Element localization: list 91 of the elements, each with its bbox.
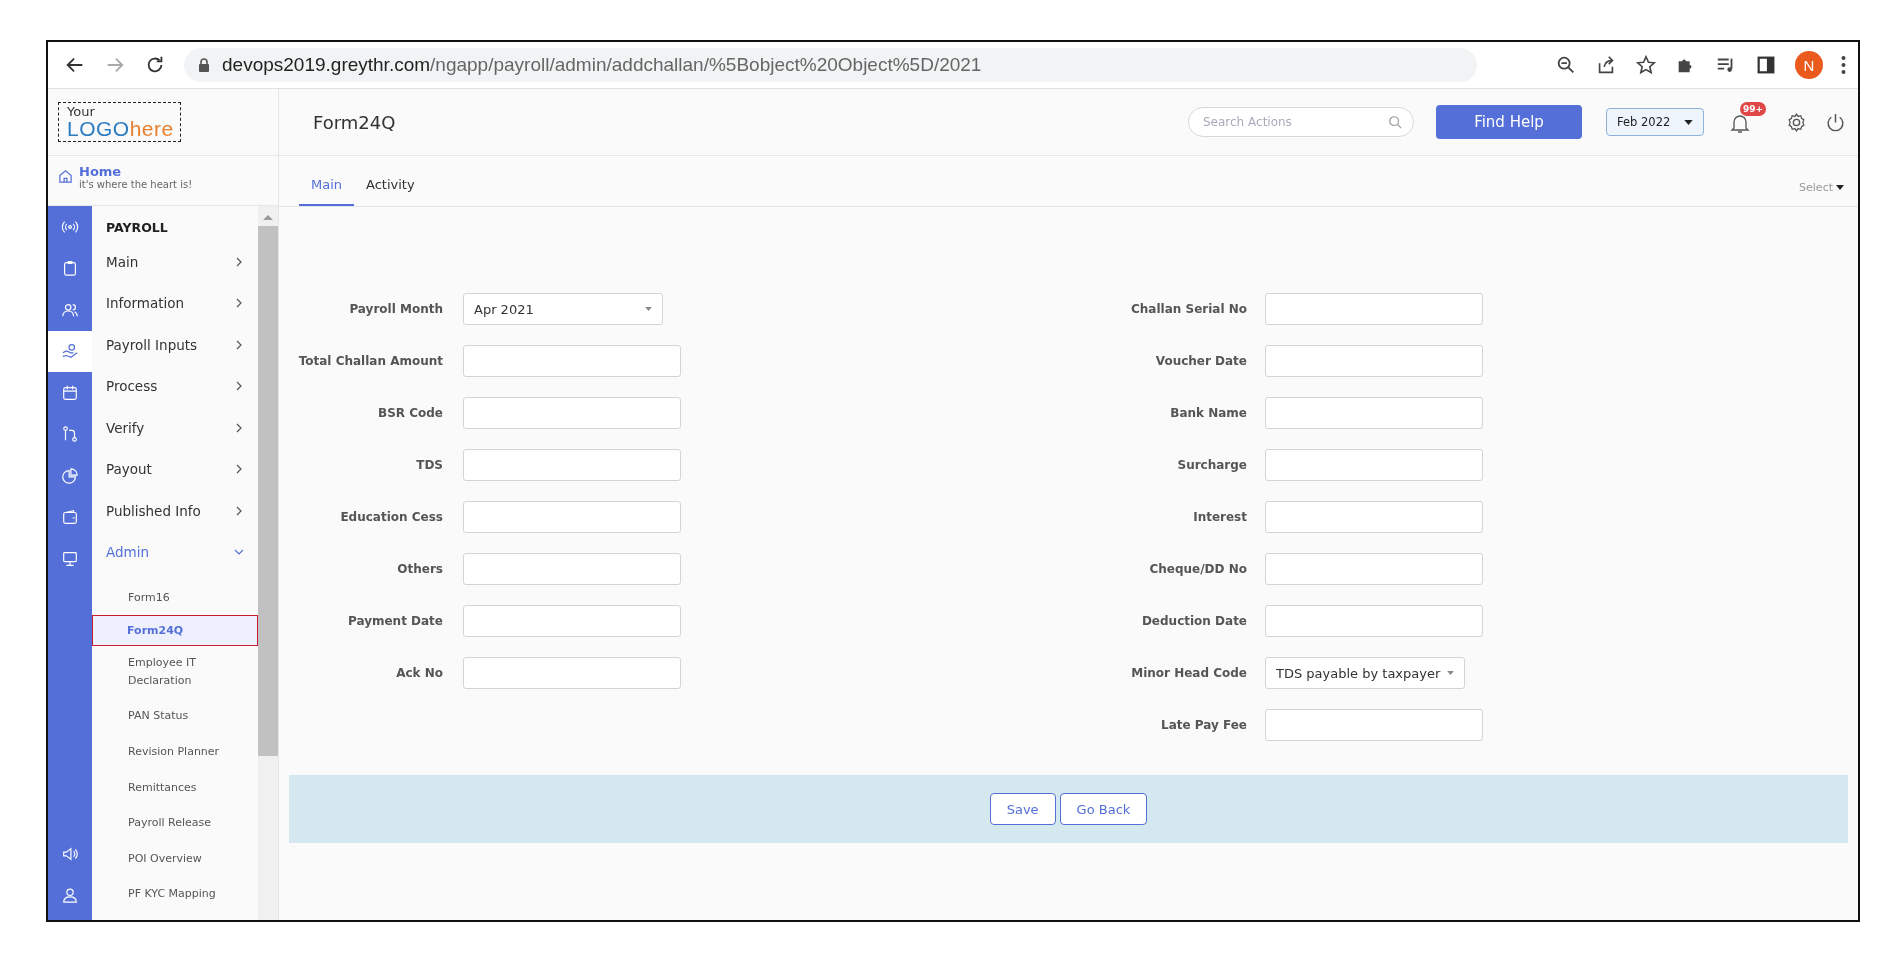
input-field[interactable]	[463, 449, 681, 481]
submenu-item[interactable]: Revision Planner	[92, 732, 258, 771]
lock-icon	[198, 58, 210, 72]
search-field[interactable]: Search Actions	[1188, 107, 1414, 137]
field-label: Late Pay Fee	[1160, 718, 1247, 732]
input-field[interactable]	[463, 605, 681, 637]
menu-item[interactable]: Published Info	[92, 490, 258, 532]
input-field[interactable]	[1265, 397, 1483, 429]
menu-item[interactable]: Main	[92, 241, 258, 283]
tab[interactable]: Activity	[354, 177, 427, 206]
menu-item[interactable]: Information	[92, 282, 258, 324]
side-panel-icon[interactable]	[1755, 54, 1777, 76]
find-help-button[interactable]: Find Help	[1436, 105, 1582, 139]
hand-icon[interactable]	[48, 330, 92, 372]
caret-icon	[1684, 119, 1693, 125]
bell-icon[interactable]	[1730, 113, 1750, 135]
action-button[interactable]: Go Back	[1059, 793, 1148, 825]
submenu-item[interactable]: PAN Status	[92, 697, 258, 735]
chevron-icon	[234, 381, 244, 392]
caret-icon	[1447, 671, 1454, 675]
field-label: TDS	[415, 458, 443, 472]
period-dropdown[interactable]: Feb 2022	[1606, 108, 1704, 136]
chevron-icon	[234, 422, 244, 433]
chevron-icon	[234, 464, 244, 475]
input-field[interactable]	[463, 345, 681, 377]
input-field[interactable]	[463, 397, 681, 429]
field-label: Challan Serial No	[1130, 302, 1247, 316]
input-field[interactable]	[1265, 709, 1483, 741]
chevron-icon	[234, 339, 244, 350]
address-bar[interactable]: devops2019.greythr.com/ngapp/payroll/admin/addchallan/%5Bobject%20Object%5D/2021	[184, 48, 1477, 82]
menu-item[interactable]: Process	[92, 365, 258, 407]
submenu-item[interactable]: PF KYC Mapping	[92, 875, 258, 913]
home-link[interactable]: Home	[79, 164, 193, 179]
menu-heading: PAYROLL	[105, 219, 169, 237]
field-label: Ack No	[395, 666, 443, 680]
submenu-item[interactable]: Payroll Release	[92, 804, 258, 842]
logo: Your LOGOhere	[58, 102, 181, 142]
power-icon[interactable]	[1825, 111, 1846, 133]
home-icon[interactable]	[58, 169, 73, 184]
field-label: Minor Head Code	[1130, 666, 1247, 680]
input-field[interactable]	[1265, 345, 1483, 377]
menu-item[interactable]: Verify	[92, 407, 258, 449]
input-field[interactable]	[1265, 449, 1483, 481]
dropdown-field[interactable]: TDS payable by taxpayer	[1265, 657, 1465, 689]
input-field[interactable]	[463, 553, 681, 585]
menu-item[interactable]: Payroll Inputs	[92, 324, 258, 366]
menu-item[interactable]: Admin	[92, 531, 258, 573]
field-label: Cheque/DD No	[1148, 562, 1247, 576]
field-label: Bank Name	[1169, 406, 1247, 420]
url-text: devops2019.greythr.com/ngapp/payroll/admin/addchallan/%5Bobject%20Object%5D/2021	[222, 54, 982, 76]
submenu-item[interactable]: Remittances	[92, 768, 258, 807]
caret-icon	[1836, 185, 1844, 190]
zoom-out-icon[interactable]	[1555, 54, 1577, 76]
home-subtitle: it's where the heart is!	[79, 179, 193, 190]
submenu-item[interactable]: POI Overview	[92, 839, 258, 878]
caret-icon	[645, 307, 652, 311]
field-label: BSR Code	[377, 406, 443, 420]
submenu-item[interactable]: Form16	[92, 579, 258, 617]
submenu-item[interactable]: Employee IT Declaration	[92, 644, 258, 700]
field-label: Voucher Date	[1154, 354, 1247, 368]
chevron-icon	[234, 256, 244, 267]
search-icon	[1388, 115, 1402, 129]
field-label: Total Challan Amount	[297, 354, 443, 368]
tab[interactable]: Main	[299, 177, 355, 206]
field-label: Surcharge	[1176, 458, 1247, 472]
field-label: Payroll Month	[348, 302, 443, 316]
scroll-up-icon[interactable]	[263, 214, 273, 220]
page-title: Form24Q	[313, 111, 397, 133]
field-label: Education Cess	[339, 510, 443, 524]
notification-badge: 99+	[1740, 102, 1767, 116]
input-field[interactable]	[1265, 553, 1483, 585]
field-label: Payment Date	[346, 614, 443, 628]
settings-icon[interactable]	[1786, 111, 1807, 133]
chevron-icon	[234, 505, 244, 516]
submenu-item[interactable]: Form24Q	[92, 614, 258, 647]
profile-avatar[interactable]: N	[1795, 51, 1823, 79]
input-field[interactable]	[463, 657, 681, 689]
input-field[interactable]	[463, 501, 681, 533]
dropdown-field[interactable]: Apr 2021	[463, 293, 663, 325]
input-field[interactable]	[1265, 293, 1483, 325]
field-label: Interest	[1192, 510, 1247, 524]
action-button[interactable]: Save	[989, 793, 1056, 825]
star-icon[interactable]	[1635, 54, 1657, 76]
chevron-icon	[234, 298, 244, 309]
input-field[interactable]	[1265, 605, 1483, 637]
scrollbar[interactable]	[258, 206, 278, 920]
input-field[interactable]	[1265, 501, 1483, 533]
kebab-menu-icon[interactable]	[1841, 55, 1846, 75]
field-label: Deduction Date	[1140, 614, 1247, 628]
menu-item[interactable]: Payout	[92, 448, 258, 490]
field-label: Others	[396, 562, 443, 576]
